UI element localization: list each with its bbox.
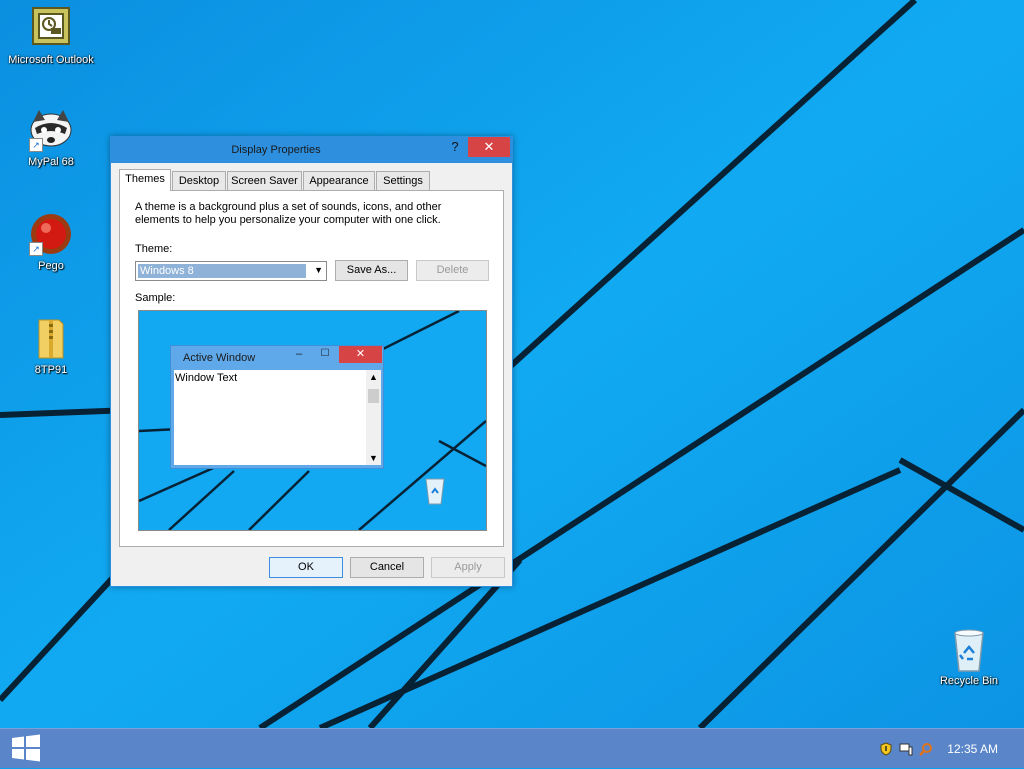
shortcut-arrow-icon: ↗ bbox=[29, 242, 43, 256]
chevron-up-icon: ▲ bbox=[369, 372, 378, 382]
desktop-icon-outlook[interactable]: Microsoft Outlook bbox=[1, 6, 101, 66]
sample-scrollbar: ▲ ▼ bbox=[366, 370, 381, 465]
scroll-thumb bbox=[368, 389, 379, 403]
dialog-title: Display Properties bbox=[231, 144, 321, 156]
recycle-bin-icon bbox=[425, 478, 445, 505]
theme-description: A theme is a background plus a set of so… bbox=[135, 201, 442, 226]
tab-themes[interactable]: Themes bbox=[119, 169, 171, 191]
recycle-bin-icon bbox=[947, 627, 991, 672]
desktop-icon-mypal[interactable]: ↗ MyPal 68 bbox=[1, 108, 101, 168]
tab-settings[interactable]: Settings bbox=[376, 171, 430, 190]
theme-label: Theme: bbox=[135, 243, 173, 255]
delete-button[interactable]: Delete bbox=[416, 260, 489, 281]
theme-sample-preview: Active Window – ☐ ✕ Window Text ▲ ▼ bbox=[138, 310, 487, 531]
taskbar-clock[interactable]: 12:35 AM bbox=[947, 742, 998, 756]
theme-selected-value: Windows 8 bbox=[138, 264, 306, 278]
desktop-icon-recycle-bin[interactable]: Recycle Bin bbox=[919, 627, 1019, 687]
chevron-down-icon[interactable]: ▼ bbox=[314, 265, 323, 275]
close-button[interactable]: ✕ bbox=[468, 137, 510, 157]
apply-button[interactable]: Apply bbox=[431, 557, 505, 578]
sample-label: Sample: bbox=[135, 292, 176, 304]
sample-window-title: Active Window bbox=[183, 352, 256, 364]
maximize-icon: ☐ bbox=[320, 348, 330, 359]
ok-button[interactable]: OK bbox=[269, 557, 343, 578]
system-tray: 12:35 AM bbox=[879, 729, 1024, 769]
taskbar: 12:35 AM bbox=[0, 728, 1024, 768]
red-button-icon: ↗ bbox=[29, 212, 73, 256]
minimize-icon: – bbox=[295, 348, 303, 360]
raccoon-browser-icon: ↗ bbox=[29, 108, 73, 152]
desktop-icon-label: Pego bbox=[38, 260, 64, 272]
zip-folder-icon bbox=[29, 316, 73, 360]
search-icon[interactable] bbox=[919, 742, 933, 756]
save-as-button[interactable]: Save As... bbox=[335, 260, 408, 281]
shortcut-arrow-icon: ↗ bbox=[29, 138, 43, 152]
close-icon: ✕ bbox=[339, 346, 382, 363]
cancel-button[interactable]: Cancel bbox=[350, 557, 424, 578]
shield-icon[interactable] bbox=[879, 742, 893, 756]
desktop-icon-label: Recycle Bin bbox=[939, 675, 999, 687]
sample-active-window: Active Window – ☐ ✕ Window Text ▲ ▼ bbox=[170, 345, 384, 469]
sample-window-text: Window Text bbox=[174, 370, 366, 465]
dialog-title-bar[interactable]: Display Properties ? ✕ bbox=[111, 137, 512, 163]
tab-desktop[interactable]: Desktop bbox=[172, 171, 226, 190]
desktop-icon-label: Microsoft Outlook bbox=[8, 54, 94, 66]
desktop-icon-label: 8TP91 bbox=[34, 364, 68, 376]
help-button[interactable]: ? bbox=[443, 137, 467, 157]
theme-dropdown[interactable]: Windows 8 ▼ bbox=[135, 261, 327, 281]
tab-appearance[interactable]: Appearance bbox=[303, 171, 375, 190]
chevron-down-icon: ▼ bbox=[369, 453, 378, 463]
outlook-icon bbox=[29, 6, 73, 50]
desktop-icon-pego[interactable]: ↗ Pego bbox=[1, 212, 101, 272]
display-properties-dialog: Display Properties ? ✕ Themes Desktop Sc… bbox=[110, 136, 513, 587]
windows-logo-icon[interactable] bbox=[10, 734, 46, 764]
tab-screen-saver[interactable]: Screen Saver bbox=[227, 171, 302, 190]
themes-tab-panel: A theme is a background plus a set of so… bbox=[119, 190, 504, 547]
desktop-icon-label: MyPal 68 bbox=[28, 156, 74, 168]
desktop-icon-8tp91[interactable]: 8TP91 bbox=[1, 316, 101, 376]
network-icon[interactable] bbox=[899, 742, 913, 756]
